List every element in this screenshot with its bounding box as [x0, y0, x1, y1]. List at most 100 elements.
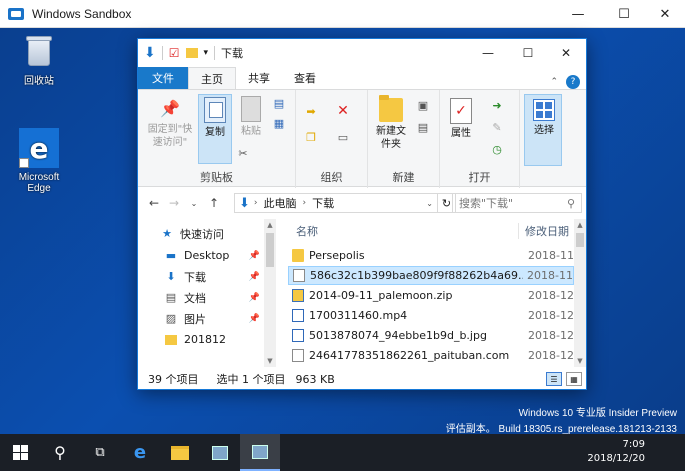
- forward-button[interactable]: →: [164, 196, 184, 210]
- rename-icon[interactable]: ▭: [336, 130, 350, 144]
- tab-home[interactable]: 主页: [188, 67, 236, 89]
- address-bar[interactable]: ⬇ › 此电脑 › 下载 ⌄: [234, 193, 438, 213]
- file-row[interactable]: 24641778351862261_paituban.com 2018-12: [288, 346, 574, 365]
- file-scroll-thumb[interactable]: [576, 233, 584, 247]
- copy-path-icon[interactable]: ▦: [272, 116, 286, 130]
- windows-logo-icon: [12, 445, 28, 460]
- system-clock[interactable]: 7:09 2018/12/20: [587, 438, 645, 466]
- app-icon: [212, 445, 228, 460]
- task-view-button[interactable]: ⧉: [80, 434, 120, 471]
- file-row-selected[interactable]: 586c32c1b399bae809f9f88262b4a69... 2018-…: [288, 266, 574, 285]
- nav-folder-201812[interactable]: 201812: [164, 329, 264, 350]
- paste-icon: [241, 96, 261, 122]
- task-view-icon: ⧉: [95, 445, 105, 460]
- scissors-icon[interactable]: ✂: [236, 146, 250, 160]
- download-location-icon: ⬇: [239, 195, 250, 211]
- new-folder-icon: [379, 95, 403, 122]
- status-bar: 39 个项目 选中 1 个项目 963 KB ☰ ▦: [138, 369, 586, 389]
- explorer-titlebar: ⬇ ☑ ▾ 下载 — ☐ ✕: [138, 39, 586, 67]
- desktop-icon: ▬: [165, 249, 177, 262]
- taskbar-edge[interactable]: e: [120, 434, 160, 471]
- selected-size: 963 KB: [295, 372, 335, 386]
- scroll-down-icon[interactable]: ▼: [574, 357, 586, 365]
- delete-icon[interactable]: ✕: [336, 103, 350, 119]
- history-icon[interactable]: ◷: [490, 142, 504, 156]
- expand-ribbon-icon[interactable]: ⌃: [550, 77, 558, 87]
- taskbar-file-explorer[interactable]: [160, 434, 200, 471]
- new-item-icon[interactable]: ▣: [416, 98, 430, 112]
- start-button[interactable]: [0, 434, 40, 471]
- easy-access-icon[interactable]: ▤: [416, 120, 430, 134]
- down-arrow-icon[interactable]: ⬇: [144, 45, 156, 61]
- file-list-scrollbar[interactable]: ▲ ▼: [574, 219, 586, 367]
- pin-quick-access-button[interactable]: 📌 固定到"快速访问": [144, 96, 196, 149]
- document-icon: ▤: [165, 291, 177, 304]
- video-file-icon: [292, 309, 304, 322]
- recycle-bin-label: 回收站: [24, 76, 54, 87]
- nav-quick-access[interactable]: ★ 快速访问: [160, 223, 278, 244]
- breadcrumb-downloads[interactable]: 下载: [312, 195, 334, 211]
- sandbox-maximize-button[interactable]: ☐: [601, 0, 647, 28]
- paste-button[interactable]: 粘贴: [236, 96, 266, 138]
- taskbar-app-1[interactable]: [200, 434, 240, 471]
- nav-downloads[interactable]: ⬇ 下载 📌: [164, 266, 264, 287]
- tiles-view-icon[interactable]: ▦: [566, 372, 582, 386]
- scroll-up-icon[interactable]: ▲: [264, 221, 276, 229]
- address-dropdown-icon[interactable]: ⌄: [426, 199, 433, 208]
- tab-view[interactable]: 查看: [282, 67, 328, 89]
- explorer-close-button[interactable]: ✕: [546, 39, 586, 67]
- nav-scrollbar[interactable]: ▲ ▼: [264, 219, 276, 367]
- nav-desktop[interactable]: ▬ Desktop 📌: [164, 245, 264, 266]
- file-row[interactable]: 1700311460.mp4 2018-12: [288, 306, 574, 325]
- move-to-icon[interactable]: ➡: [304, 104, 318, 118]
- tab-share[interactable]: 共享: [236, 67, 282, 89]
- recycle-bin-desktop-icon[interactable]: 回收站: [8, 34, 70, 87]
- tab-file[interactable]: 文件: [138, 67, 188, 89]
- copy-to-icon[interactable]: ❐: [304, 130, 318, 144]
- up-button[interactable]: ↑: [204, 196, 224, 210]
- pin-icon: 📌: [248, 292, 260, 303]
- file-row[interactable]: Persepolis 2018-11: [288, 246, 574, 265]
- file-row[interactable]: 5013878074_94ebbe1b9d_b.jpg 2018-12: [288, 326, 574, 345]
- properties-check-icon[interactable]: ☑: [169, 46, 180, 60]
- explorer-minimize-button[interactable]: —: [468, 39, 508, 67]
- cut-path-icon[interactable]: ▤: [272, 96, 286, 110]
- column-name[interactable]: 名称: [296, 223, 518, 239]
- details-view-icon[interactable]: ☰: [546, 372, 562, 386]
- help-icon[interactable]: ?: [566, 75, 580, 89]
- copy-button[interactable]: 复制: [198, 94, 232, 164]
- edge-desktop-icon[interactable]: e Microsoft Edge: [8, 128, 70, 194]
- new-folder-button[interactable]: 新建文件夹: [372, 95, 410, 151]
- file-list-header: 名称 修改日期: [284, 219, 574, 243]
- scroll-down-icon[interactable]: ▼: [264, 357, 276, 365]
- sandbox-title: Windows Sandbox: [32, 6, 132, 21]
- sandbox-titlebar: Windows Sandbox — ☐ ✕: [0, 0, 685, 28]
- search-input[interactable]: 搜索"下载" ⚲: [452, 193, 582, 213]
- select-button[interactable]: 选择: [524, 94, 562, 166]
- qa-dropdown-icon[interactable]: ▾: [204, 48, 209, 58]
- recent-dropdown-icon[interactable]: ⌄: [184, 199, 204, 208]
- edit-icon[interactable]: ✎: [490, 120, 504, 134]
- open-label: 打开: [468, 171, 491, 184]
- column-date[interactable]: 修改日期: [518, 223, 569, 239]
- nav-pictures[interactable]: ▨ 图片 📌: [164, 308, 264, 329]
- folder-icon[interactable]: [185, 48, 198, 58]
- sandbox-close-button[interactable]: ✕: [642, 0, 685, 28]
- explorer-maximize-button[interactable]: ☐: [508, 39, 548, 67]
- back-button[interactable]: ←: [144, 196, 164, 210]
- search-icon: ⚲: [54, 443, 66, 462]
- search-button[interactable]: ⚲: [40, 434, 80, 471]
- search-icon: ⚲: [566, 196, 575, 210]
- taskbar-app-2[interactable]: [240, 434, 280, 471]
- recycle-bin-icon: [24, 34, 54, 68]
- sandbox-minimize-button[interactable]: —: [555, 0, 601, 28]
- scroll-up-icon[interactable]: ▲: [574, 221, 586, 229]
- breadcrumb-this-pc[interactable]: 此电脑: [264, 195, 297, 211]
- nav-documents[interactable]: ▤ 文档 📌: [164, 287, 264, 308]
- open-icon[interactable]: ➜: [490, 98, 504, 112]
- image-file-icon: [292, 329, 304, 342]
- properties-button[interactable]: ✓ 属性: [446, 98, 476, 140]
- file-row[interactable]: 2014-09-11_palemoon.zip 2018-12: [288, 286, 574, 305]
- sandbox-app-icon: [8, 7, 24, 20]
- nav-scroll-thumb[interactable]: [266, 233, 274, 267]
